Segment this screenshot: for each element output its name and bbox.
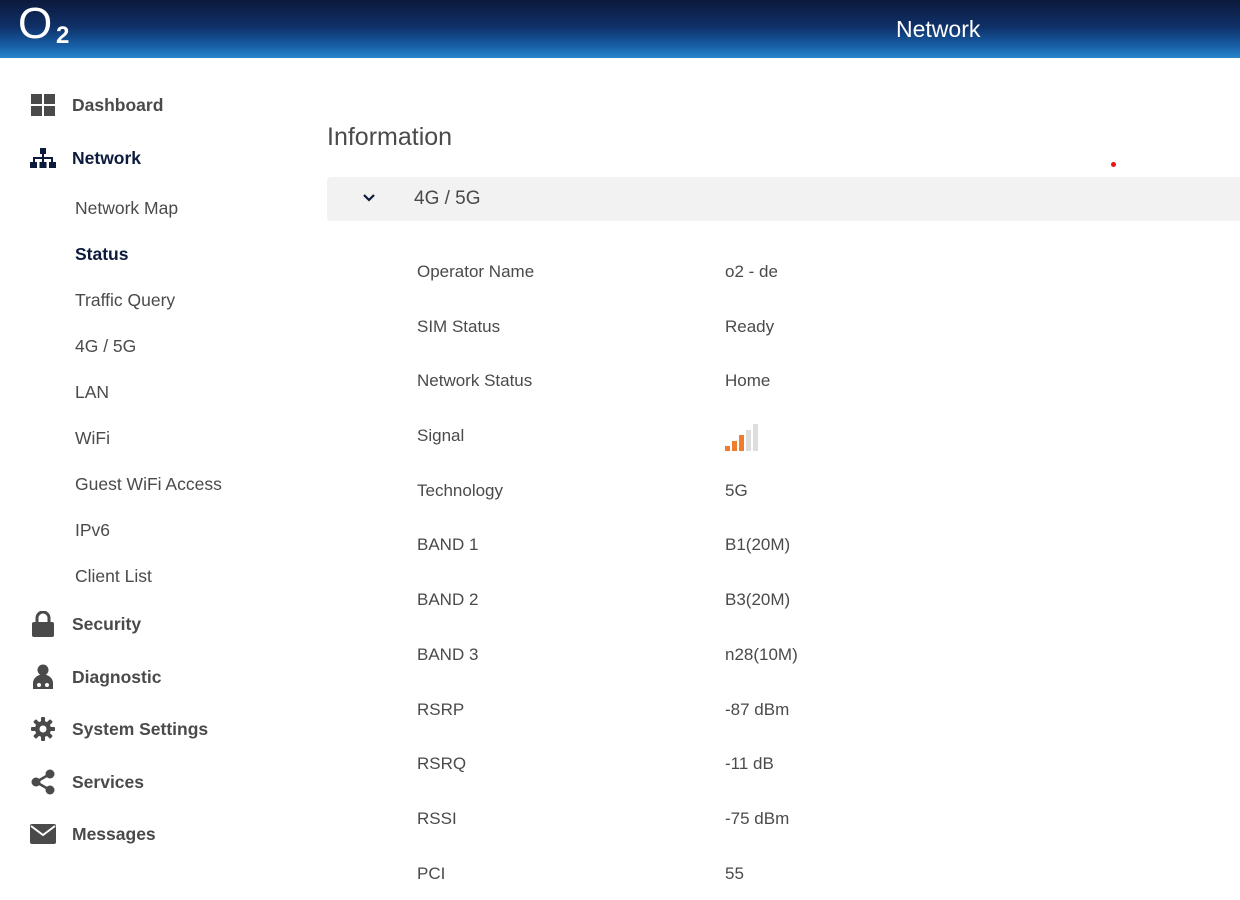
sidebar-item-label: Diagnostic <box>72 667 162 687</box>
signal-bar <box>753 424 758 451</box>
info-row-rsrp: RSRP -87 dBm <box>300 696 1240 726</box>
info-label: PCI <box>417 864 446 883</box>
sidebar-item-label: Network <box>72 148 142 168</box>
sidebar-item-label: Security <box>72 614 142 634</box>
info-row-rssi: RSSI -75 dBm <box>300 805 1240 835</box>
info-label: RSSI <box>417 809 457 828</box>
lock-icon <box>30 611 56 637</box>
info-label: BAND 2 <box>417 590 479 609</box>
sidebar-item-label: Services <box>72 772 145 792</box>
info-value: B3(20M) <box>725 590 791 609</box>
info-value: Ready <box>725 317 775 336</box>
diagnostic-icon <box>30 664 56 690</box>
info-row-signal: Signal <box>300 422 1240 452</box>
sidebar-item-diagnostic[interactable]: Diagnostic <box>30 662 161 692</box>
sidebar-item-services[interactable]: Services <box>30 767 144 797</box>
signal-strength-icon <box>725 424 758 451</box>
logo-letter: O <box>18 0 53 48</box>
info-value: Home <box>725 371 771 390</box>
header-title: Network <box>896 16 981 42</box>
dashboard-icon <box>30 92 56 118</box>
sidebar: Dashboard Network Network Map Status Tra… <box>0 58 300 900</box>
info-label: BAND 1 <box>417 535 479 554</box>
info-row-band-1: BAND 1 B1(20M) <box>300 531 1240 561</box>
sidebar-subitem-wifi[interactable]: WiFi <box>75 427 110 449</box>
info-row-rsrq: RSRQ -11 dB <box>300 750 1240 780</box>
info-value: 5G <box>725 481 748 500</box>
info-value: -87 dBm <box>725 700 790 719</box>
info-label: RSRQ <box>417 754 467 773</box>
info-value: B1(20M) <box>725 535 791 554</box>
info-row-pci: PCI 55 <box>300 860 1240 890</box>
top-header: O 2 Network <box>0 0 1240 58</box>
sidebar-item-system-settings[interactable]: System Settings <box>30 714 208 744</box>
info-value: n28(10M) <box>725 645 798 664</box>
info-row-technology: Technology 5G <box>300 477 1240 507</box>
chevron-down-icon[interactable] <box>361 190 377 206</box>
info-value: 55 <box>725 864 744 883</box>
info-label: Network Status <box>417 371 533 390</box>
info-value: -75 dBm <box>725 809 790 828</box>
info-row-operator-name: Operator Name o2 - de <box>300 258 1240 288</box>
sidebar-subitem-lan[interactable]: LAN <box>75 381 109 403</box>
info-label: Signal <box>417 426 465 445</box>
sidebar-item-label: System Settings <box>72 719 209 739</box>
info-row-band-2: BAND 2 B3(20M) <box>300 586 1240 616</box>
info-label: Operator Name <box>417 262 535 281</box>
info-row-sim-status: SIM Status Ready <box>300 313 1240 343</box>
sidebar-item-network[interactable]: Network <box>30 143 141 173</box>
sidebar-subitem-status[interactable]: Status <box>75 243 128 265</box>
sidebar-item-dashboard[interactable]: Dashboard <box>30 90 163 120</box>
gear-icon <box>30 716 56 742</box>
logo-subscript: 2 <box>56 22 70 49</box>
envelope-icon <box>30 821 56 847</box>
sidebar-item-label: Messages <box>72 824 156 844</box>
sidebar-subitem-4g-5g[interactable]: 4G / 5G <box>75 335 136 357</box>
sidebar-subitem-client-list[interactable]: Client List <box>75 565 152 587</box>
accordion-title: 4G / 5G <box>414 188 481 209</box>
info-label: SIM Status <box>417 317 501 336</box>
accordion-4g-5g[interactable]: 4G / 5G <box>327 177 1240 221</box>
sidebar-subitem-network-map[interactable]: Network Map <box>75 197 178 219</box>
info-row-network-status: Network Status Home <box>300 367 1240 397</box>
sidebar-item-label: Dashboard <box>72 95 164 115</box>
sidebar-subitem-guest-wifi[interactable]: Guest WiFi Access <box>75 473 222 495</box>
sidebar-subitem-traffic-query[interactable]: Traffic Query <box>75 289 175 311</box>
network-icon <box>30 145 56 171</box>
main-content: Information 4G / 5G Operator Name o2 - d… <box>300 58 1240 900</box>
info-label: RSRP <box>417 700 465 719</box>
signal-bar <box>746 430 751 451</box>
info-value: o2 - de <box>725 262 778 281</box>
info-label: BAND 3 <box>417 645 479 664</box>
info-row-band-3: BAND 3 n28(10M) <box>300 641 1240 671</box>
info-value: -11 dB <box>725 754 774 773</box>
info-label: Technology <box>417 481 504 500</box>
signal-bar <box>739 435 744 451</box>
page-title: Information <box>327 123 453 151</box>
sidebar-item-messages[interactable]: Messages <box>30 819 156 849</box>
share-icon <box>30 769 56 795</box>
signal-bar <box>732 441 737 451</box>
sidebar-subitem-ipv6[interactable]: IPv6 <box>75 519 110 541</box>
sidebar-item-security[interactable]: Security <box>30 609 141 639</box>
notification-dot <box>1111 162 1116 167</box>
signal-bar <box>725 446 730 451</box>
